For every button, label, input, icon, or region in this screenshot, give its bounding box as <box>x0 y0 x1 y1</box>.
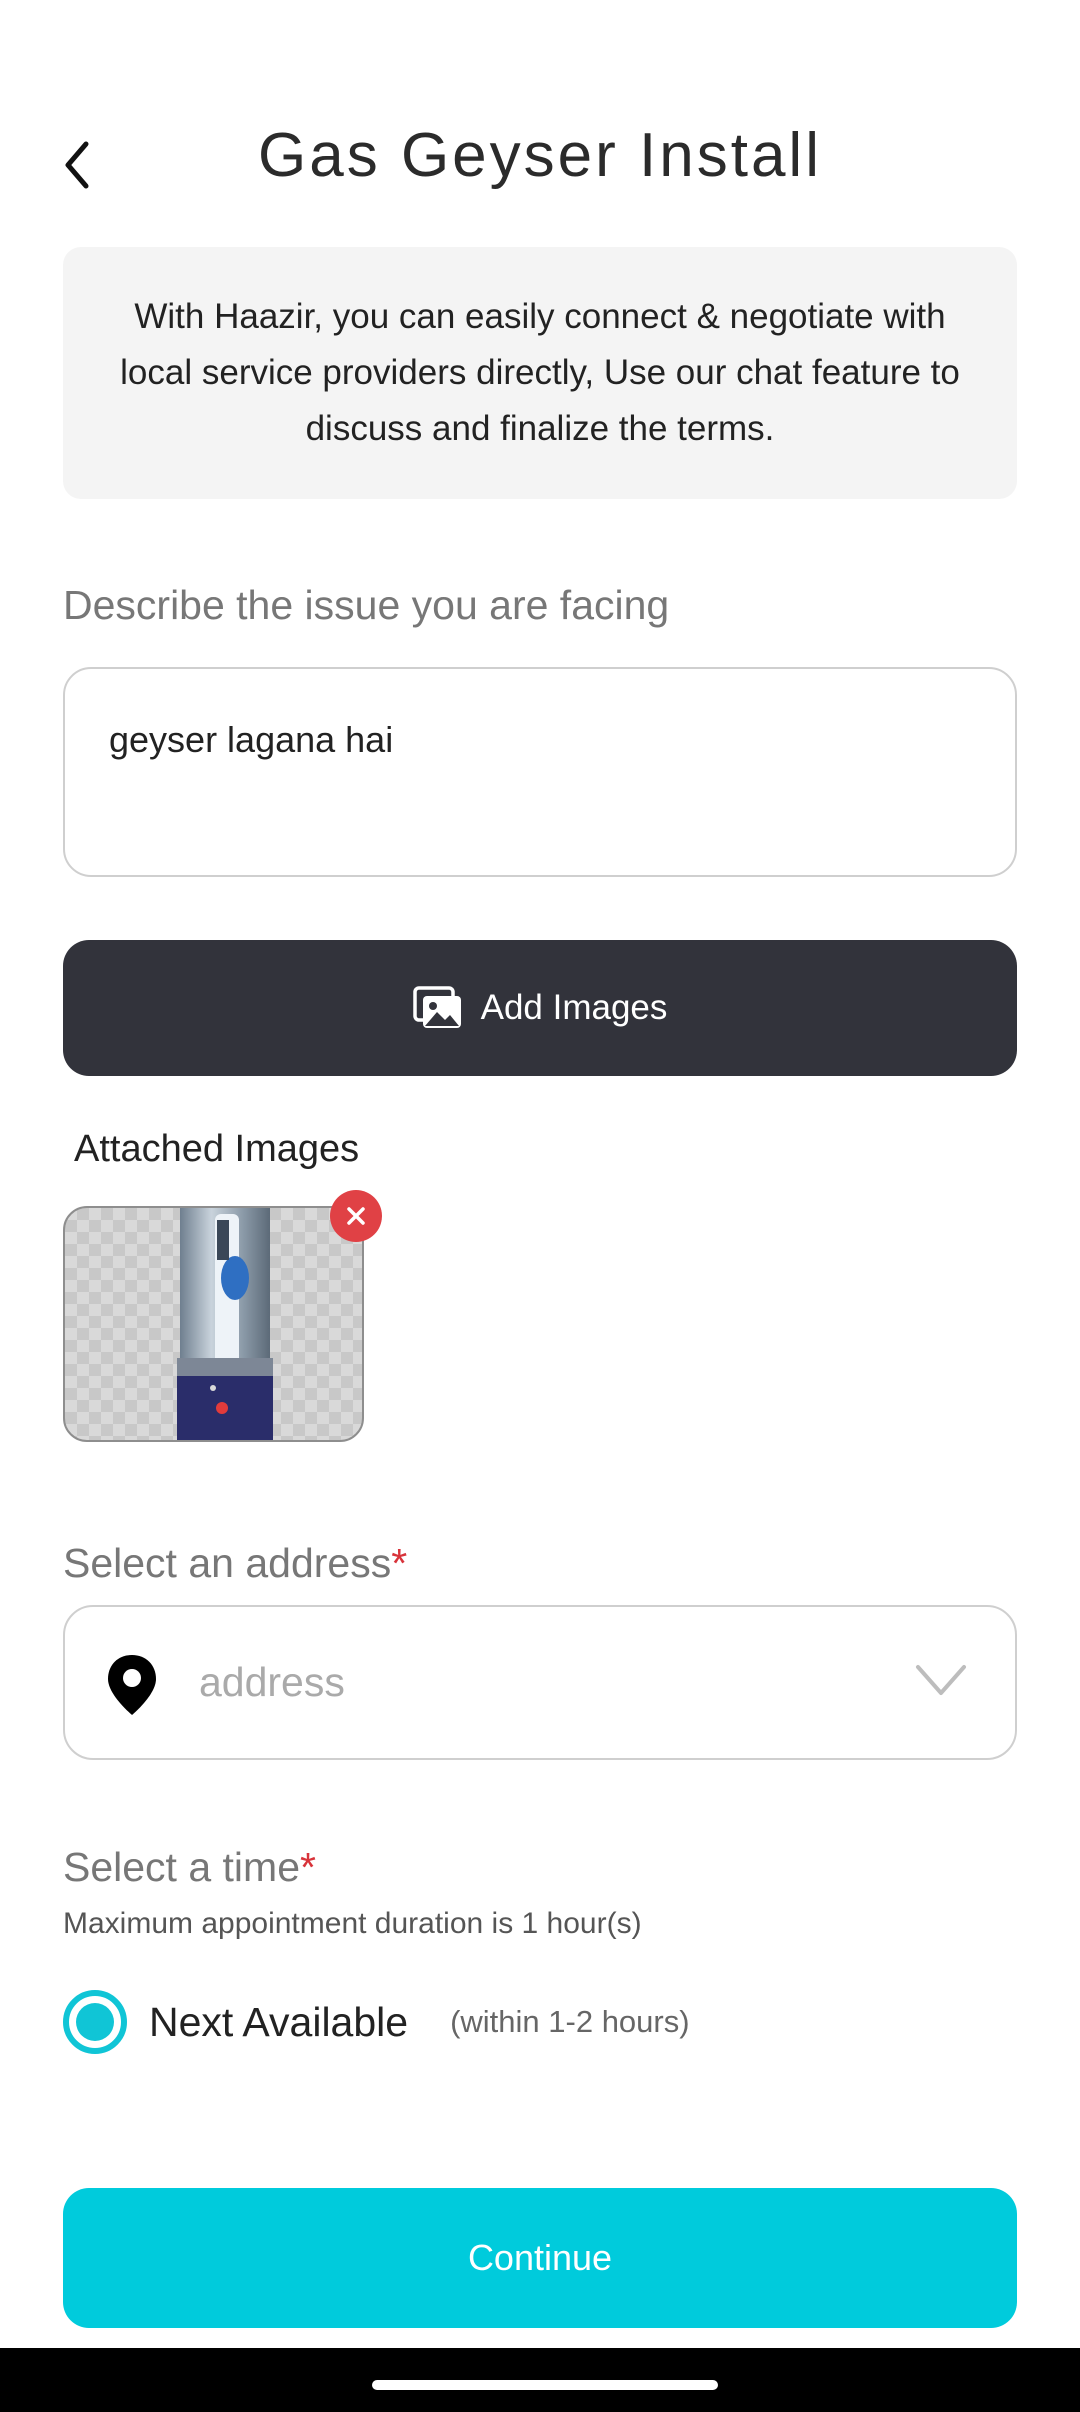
chevron-down-icon <box>916 1665 966 1695</box>
time-label: Select a time* <box>63 1844 316 1891</box>
add-images-button[interactable]: Add Images <box>63 940 1017 1076</box>
page-title: Gas Geyser Install <box>258 121 822 190</box>
app-screen: Gas Geyser Install With Haazir, you can … <box>0 0 1080 2412</box>
info-banner: With Haazir, you can easily connect & ne… <box>63 247 1017 499</box>
required-mark: * <box>391 1540 408 1586</box>
address-label: Select an address* <box>63 1540 407 1587</box>
time-subtitle: Maximum appointment duration is 1 hour(s… <box>63 1907 642 1940</box>
attached-images-label: Attached Images <box>74 1128 360 1170</box>
remove-image-button[interactable] <box>330 1190 382 1242</box>
radio-button[interactable] <box>63 1990 127 2054</box>
attached-image-thumbnail[interactable] <box>63 1206 364 1442</box>
info-text: With Haazir, you can easily connect & ne… <box>120 297 960 448</box>
next-available-label: Next Available <box>149 1998 409 2045</box>
location-pin-icon <box>108 1655 156 1715</box>
close-icon <box>347 1207 365 1225</box>
geyser-image <box>177 1208 273 1440</box>
describe-issue-label: Describe the issue you are facing <box>63 582 670 628</box>
continue-button[interactable]: Continue <box>63 2188 1017 2328</box>
next-available-hint: (within 1-2 hours) <box>450 2004 690 2039</box>
address-dropdown[interactable]: address <box>63 1605 1017 1760</box>
time-label-text: Select a time <box>63 1844 300 1890</box>
address-placeholder: address <box>199 1659 345 1705</box>
describe-issue-value: geyser lagana hai <box>109 719 394 760</box>
next-available-option[interactable]: Next Available (within 1-2 hours) <box>63 1990 690 2054</box>
required-mark: * <box>300 1844 316 1890</box>
add-images-label: Add Images <box>480 988 668 1027</box>
image-gallery-icon <box>412 986 461 1028</box>
continue-label: Continue <box>467 2237 613 2278</box>
radio-selected-dot <box>76 2003 114 2041</box>
describe-issue-input[interactable]: geyser lagana hai <box>63 667 1017 877</box>
home-indicator[interactable] <box>372 2380 718 2390</box>
address-label-text: Select an address <box>63 1540 392 1586</box>
